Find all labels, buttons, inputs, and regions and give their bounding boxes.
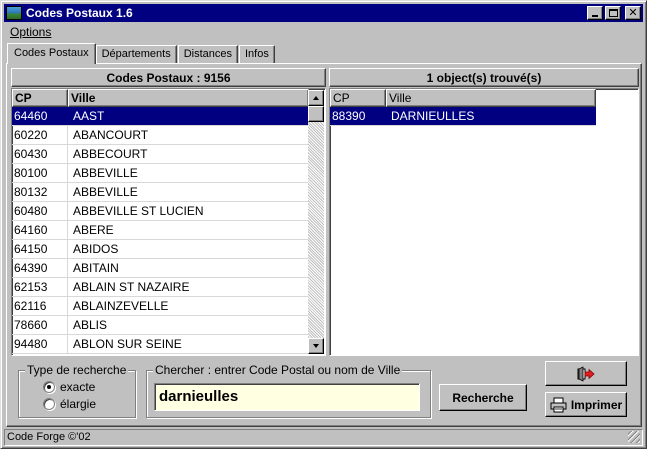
- scroll-thumb[interactable]: [308, 106, 324, 122]
- cell-cp: 64460: [12, 107, 68, 125]
- table-row[interactable]: 78660 ABLIS: [12, 316, 309, 335]
- maximize-icon: [609, 9, 618, 17]
- radio-exacte[interactable]: exacte: [43, 380, 95, 394]
- scroll-up-button[interactable]: [308, 90, 324, 106]
- left-list-scrollbar[interactable]: [308, 90, 324, 354]
- table-row[interactable]: 64390 ABITAIN: [12, 259, 309, 278]
- cell-ville: ABANCOURT: [73, 128, 149, 142]
- table-row[interactable]: 88390 DARNIEULLES: [330, 107, 596, 126]
- cell-cp: 88390: [330, 107, 386, 125]
- table-row[interactable]: 60430 ABBECOURT: [12, 145, 309, 164]
- search-type-group: Type de recherche exacte élargie: [18, 363, 136, 418]
- exit-button[interactable]: [545, 361, 627, 386]
- cell-cp: 80132: [12, 183, 68, 201]
- tab-panel: Codes Postaux : 9156 CP Ville 64460 AAST 6…: [6, 63, 642, 427]
- table-row[interactable]: 60220 ABANCOURT: [12, 126, 309, 145]
- search-button[interactable]: Recherche: [439, 384, 527, 411]
- cell-ville: ABERE: [73, 223, 114, 237]
- cell-cp: 64150: [12, 240, 68, 258]
- radio-exacte-label: exacte: [60, 380, 96, 394]
- cell-ville: ABBECOURT: [73, 147, 148, 161]
- window-title: Codes Postaux 1.6: [26, 6, 133, 20]
- table-row[interactable]: 60480 ABBEVILLE ST LUCIEN: [12, 202, 309, 221]
- table-row[interactable]: 62116 ABLAINZEVELLE: [12, 297, 309, 316]
- tab-departements[interactable]: Départements: [95, 45, 177, 64]
- scroll-down-button[interactable]: [308, 338, 324, 354]
- table-row[interactable]: 62153 ABLAIN ST NAZAIRE: [12, 278, 309, 297]
- column-header-ville[interactable]: Ville: [386, 89, 596, 107]
- radio-elargie-label: élargie: [60, 397, 97, 411]
- tab-distances[interactable]: Distances: [177, 45, 238, 64]
- right-list-rows: 88390 DARNIEULLES: [330, 107, 596, 126]
- app-window: Codes Postaux 1.6 ✕ Options Codes Postau…: [0, 0, 647, 449]
- cell-ville: DARNIEULLES: [391, 109, 475, 123]
- table-row[interactable]: 94480 ABLON SUR SEINE: [12, 335, 309, 354]
- cell-ville: ABBEVILLE: [73, 166, 138, 180]
- title-bar[interactable]: Codes Postaux 1.6 ✕: [4, 4, 643, 22]
- search-group: Chercher : entrer Code Postal ou nom de …: [146, 363, 431, 418]
- print-button-label: Imprimer: [570, 397, 623, 412]
- table-row[interactable]: 64150 ABIDOS: [12, 240, 309, 259]
- cell-cp: 80100: [12, 164, 68, 182]
- right-panel-header: 1 object(s) trouvé(s): [329, 68, 639, 87]
- cell-cp: 64390: [12, 259, 68, 277]
- search-type-label: Type de recherche: [25, 363, 129, 377]
- left-list-rows: 64460 AAST 60220 ABANCOURT 60430 ABBECOURT 801…: [12, 107, 309, 354]
- cell-ville: ABITAIN: [73, 261, 119, 275]
- cell-ville: ABBEVILLE: [73, 185, 138, 199]
- cell-ville: ABBEVILLE ST LUCIEN: [73, 204, 204, 218]
- arrow-up-icon: [313, 96, 319, 100]
- cell-cp: 64160: [12, 221, 68, 239]
- search-group-label: Chercher : entrer Code Postal ou nom de …: [153, 363, 403, 377]
- close-button[interactable]: ✕: [625, 6, 641, 20]
- status-text: Code Forge ©'02: [7, 431, 91, 443]
- cell-ville: ABLON SUR SEINE: [73, 337, 182, 351]
- table-row[interactable]: 80132 ABBEVILLE: [12, 183, 309, 202]
- cell-cp: 78660: [12, 316, 68, 334]
- menu-bar: Options: [4, 23, 643, 41]
- cell-cp: 60480: [12, 202, 68, 220]
- cell-cp: 62153: [12, 278, 68, 296]
- radio-elargie[interactable]: élargie: [43, 397, 96, 411]
- exit-arrow-icon: [577, 365, 595, 382]
- tab-infos[interactable]: Infos: [239, 45, 275, 64]
- app-icon: [6, 6, 22, 20]
- cell-cp: 60430: [12, 145, 68, 163]
- close-icon: ✕: [628, 7, 638, 19]
- arrow-down-icon: [313, 344, 319, 348]
- radio-button[interactable]: [43, 398, 55, 410]
- left-panel-header: Codes Postaux : 9156: [11, 68, 326, 87]
- postal-code-list[interactable]: CP Ville 64460 AAST 60220 ABANCOURT 60430 ABB…: [11, 88, 326, 356]
- resize-grip-icon[interactable]: [628, 431, 640, 443]
- table-row[interactable]: 64160 ABERE: [12, 221, 309, 240]
- table-row[interactable]: 64460 AAST: [12, 107, 309, 126]
- cell-ville: ABLAIN ST NAZAIRE: [73, 280, 190, 294]
- cell-ville: ABLAINZEVELLE: [73, 299, 169, 313]
- cell-cp: 94480: [12, 335, 68, 353]
- cell-ville: AAST: [73, 109, 105, 123]
- radio-button-checked[interactable]: [43, 381, 55, 393]
- cell-ville: ABIDOS: [73, 242, 119, 256]
- results-list[interactable]: CP Ville 88390 DARNIEULLES: [329, 88, 639, 356]
- printer-icon: [550, 397, 567, 412]
- column-header-cp[interactable]: CP: [12, 89, 68, 107]
- cell-cp: 62116: [12, 297, 68, 315]
- table-row[interactable]: 80100 ABBEVILLE: [12, 164, 309, 183]
- left-list-column-header: CP Ville: [12, 89, 309, 107]
- minimize-icon: [592, 15, 598, 17]
- minimize-button[interactable]: [587, 6, 603, 20]
- right-list-column-header: CP Ville: [330, 89, 596, 107]
- tab-codes-postaux[interactable]: Codes Postaux: [7, 43, 96, 64]
- menu-options[interactable]: Options: [4, 25, 57, 39]
- column-header-cp[interactable]: CP: [330, 89, 386, 107]
- search-input[interactable]: darnieulles: [154, 383, 420, 411]
- cell-cp: 60220: [12, 126, 68, 144]
- tab-strip: Codes Postaux Départements Distances Inf…: [7, 43, 276, 64]
- maximize-button[interactable]: [605, 6, 621, 20]
- print-button[interactable]: Imprimer: [545, 392, 627, 417]
- column-header-ville[interactable]: Ville: [68, 89, 309, 107]
- cell-ville: ABLIS: [73, 318, 108, 332]
- status-bar: Code Forge ©'02: [4, 429, 643, 446]
